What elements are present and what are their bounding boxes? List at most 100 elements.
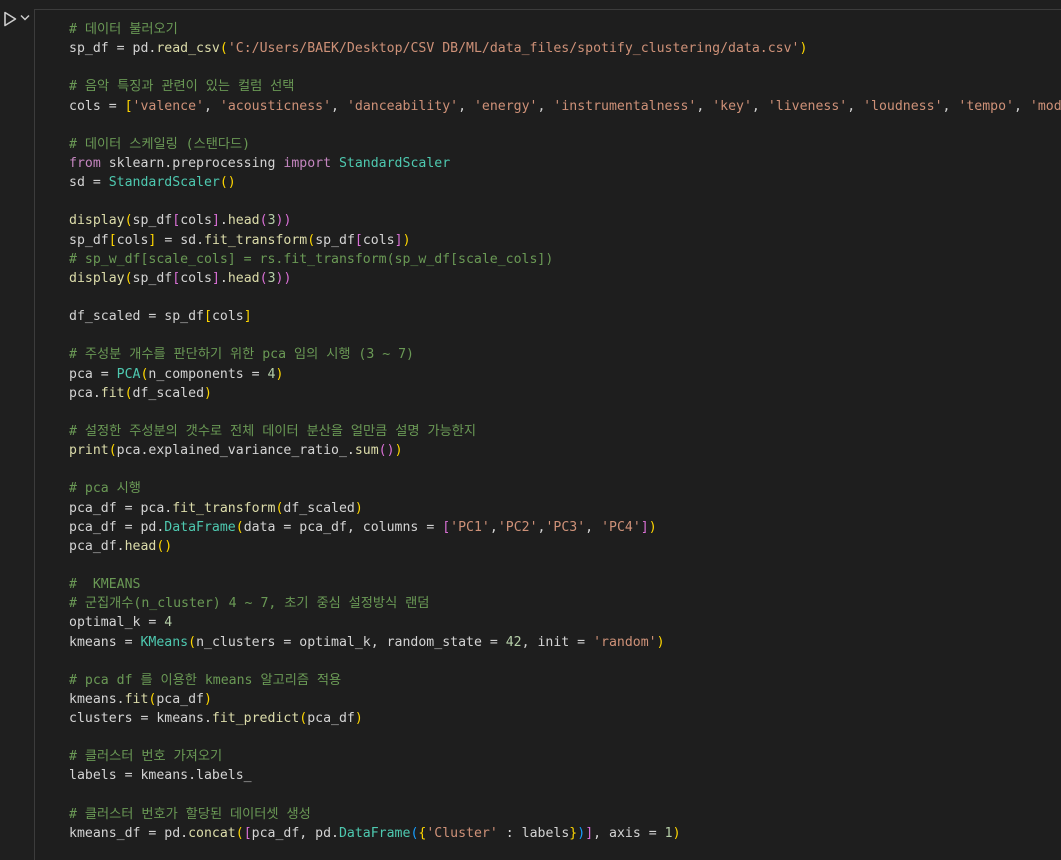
code-token: kmeans. [69,691,125,707]
code-token: print [69,443,109,459]
code-token: 42 [505,634,522,650]
code-token: ) [577,825,586,841]
code-token: ) [354,500,363,516]
code-token: # 군집개수(n_cluster) 4 ~ 7, 초기 중심 설정방식 랜덤 [69,596,430,612]
code-token: 'loudness' [863,98,943,114]
code-token: 'key' [712,98,752,114]
code-line: # pca df 를 이용한 kmeans 알고리즘 적용 [69,671,1061,690]
chevron-down-icon[interactable] [19,13,31,23]
code-token: ) [354,711,363,727]
code-token: import [283,155,332,171]
code-token: 'energy' [473,98,538,114]
code-line: labels = kmeans.labels_ [69,766,1061,785]
code-token: pca_df, pd. [251,825,339,841]
code-token: . [219,213,228,229]
code-token: () [378,443,395,459]
code-token: sp_df [132,213,173,229]
code-token: [ [442,519,451,535]
code-token: 4 [164,615,173,631]
code-line: pca.fit(df_scaled) [69,384,1061,403]
code-token: pca_df [307,711,355,727]
code-token: 3 [267,270,276,286]
code-token: n_components = [148,366,268,382]
code-token: ( [235,825,244,841]
code-token: df_scaled [132,385,205,401]
code-token: 'PC1' [450,519,490,535]
code-cell[interactable]: # 데이터 불러오기 sp_df = pd.read_csv('C:/Users/… [34,9,1061,860]
code-token: . [219,270,228,286]
code-token: ) [204,691,212,707]
code-token: clusters = kmeans. [69,711,212,727]
code-token: pd. [132,41,157,57]
code-line: sd = StandardScaler() [69,173,1061,192]
code-token: display [69,270,125,286]
code-token: cols [180,270,212,286]
code-token: , [1013,98,1030,114]
code-line: # 음악 특징과 관련이 있는 컬럼 선택 [69,77,1061,96]
code-token: , [331,98,347,114]
code-line: # 주성분 개수를 판단하기 위한 pca 임의 시행 (3 ~ 7) [69,345,1061,364]
code-token: # 음악 특징과 관련이 있는 컬럼 선택 [69,79,295,95]
code-token: , [942,98,959,114]
code-token: [ [243,825,252,841]
code-token: fit_transform [172,500,276,516]
code-token: cols [180,213,212,229]
code-token: 'instrumentalness' [553,98,697,114]
code-token: sp_df [132,270,173,286]
code-line: # KMEANS [69,575,1061,594]
code-line: cols = ['valence', 'acousticness', 'danc… [69,97,1061,116]
code-token: head [227,213,260,229]
code-token: kmeans_df = pd. [69,825,189,841]
code-token: fit [100,385,125,401]
code-token: pca_df = pd. [69,519,165,535]
code-token: # 설정한 주성분의 갯수로 전체 데이터 분산을 얼만큼 설명 가능한지 [69,423,476,439]
code-line: display(sp_df[cols].head(3)) [69,269,1061,288]
code-token: display [69,213,125,229]
code-token: PCA [116,366,141,382]
code-token: # KMEANS [69,577,141,593]
code-line: from sklearn.preprocessing import Standa… [69,154,1061,173]
code-token: StandardScaler [108,175,220,191]
code-token: ( [259,213,268,229]
code-editor[interactable]: # 데이터 불러오기 sp_df = pd.read_csv('C:/Users/… [69,20,1061,843]
code-token: # pca df 를 이용한 kmeans 알고리즘 적용 [69,672,342,688]
code-line: kmeans_df = pd.concat([pca_df, pd.DataFr… [69,824,1061,843]
code-line: # 클러스터 번호가 할당된 데이터셋 생성 [69,805,1061,824]
code-token: # 주성분 개수를 판단하기 위한 pca 임의 시행 (3 ~ 7) [69,347,414,363]
code-token: () [156,538,173,554]
code-token: , [204,98,220,114]
code-token: head [124,538,157,554]
code-token: pca_df [156,691,204,707]
code-token: DataFrame [164,519,236,535]
code-token: 'liveness' [767,98,848,114]
code-line: # 설정한 주성분의 갯수로 전체 데이터 분산을 얼만큼 설명 가능한지 [69,422,1061,441]
code-token: [ [124,98,133,114]
code-line: # pca 시행 [69,479,1061,498]
code-token: # 클러스터 번호 가져오기 [69,749,223,765]
code-token: 'valence' [132,98,204,114]
code-line: # 군집개수(n_cluster) 4 ~ 7, 초기 중심 설정방식 랜덤 [69,594,1061,613]
code-token: head [227,270,260,286]
code-line: kmeans = KMeans(n_clusters = optimal_k, … [69,633,1061,652]
code-token: , [489,519,498,535]
code-token: ) [656,634,665,650]
code-token: KMeans [140,634,189,650]
code-token: [ [354,232,363,248]
code-token: cols [211,309,244,325]
code-token: pca = [69,366,117,382]
run-cell-icon[interactable] [3,11,17,27]
code-token: from [69,155,101,171]
code-token: ( [188,634,197,650]
code-token: ( [108,443,117,459]
code-token: StandardScaler [338,155,451,171]
code-token: sp_df [315,232,355,248]
code-token: data = pca_df, columns = [243,519,443,535]
code-token: ( [235,519,244,535]
code-token: cols [362,232,395,248]
code-token: # sp_w_df[scale_cols] = rs.fit_transform… [69,251,554,267]
